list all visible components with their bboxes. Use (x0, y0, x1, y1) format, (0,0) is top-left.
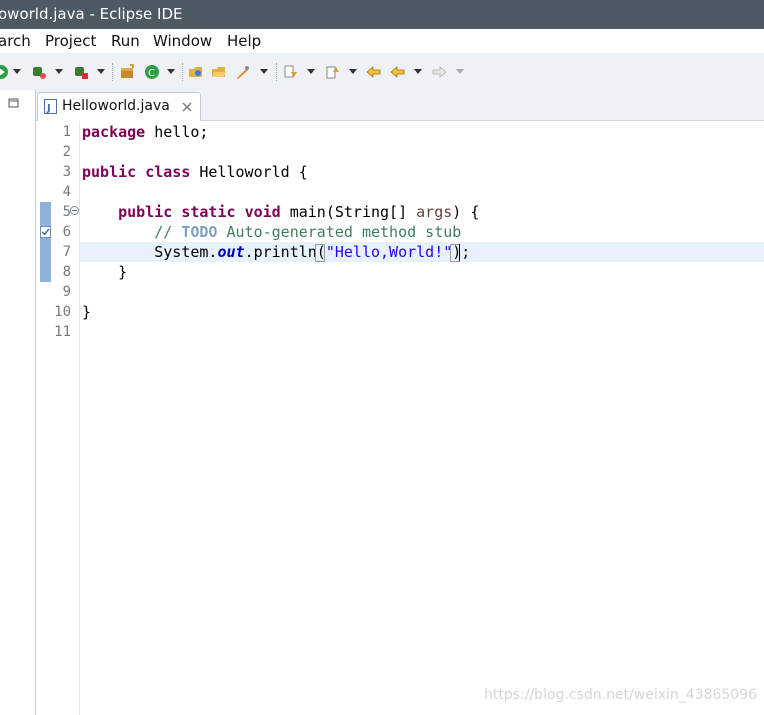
search-dropdown-icon[interactable] (260, 69, 268, 74)
menu-search[interactable]: arch (0, 29, 31, 53)
code-line: } (82, 263, 128, 281)
code-line: } (82, 303, 92, 321)
next-annotation-icon[interactable] (283, 64, 299, 80)
coverage-icon[interactable] (73, 64, 89, 80)
back-icon[interactable] (390, 64, 406, 80)
line-number: 7 (62, 244, 71, 260)
toolbar-separator (182, 63, 184, 81)
new-class-dropdown-icon[interactable] (167, 69, 175, 74)
task-marker-icon[interactable] (40, 226, 51, 238)
menu-bar: arch Project Run Window Help (0, 29, 764, 53)
line-number: 6 (62, 224, 71, 240)
tab-title: Helloworld.java (62, 98, 170, 114)
toolbar-separator (276, 63, 278, 81)
keyword: package (82, 123, 146, 141)
toolbar-separator (112, 63, 114, 81)
run-icon[interactable] (0, 64, 9, 80)
change-marker (40, 202, 51, 282)
new-package-icon[interactable] (119, 64, 135, 80)
code-line: package hello; (82, 122, 208, 142)
menu-run[interactable]: Run (111, 29, 140, 53)
new-class-icon[interactable]: C (144, 64, 160, 80)
open-type-icon[interactable] (188, 64, 204, 80)
debug-icon[interactable] (31, 64, 47, 80)
forward-dropdown-icon[interactable] (456, 69, 464, 74)
main-toolbar: C (0, 53, 764, 90)
code-line: public static void main(String[] args) { (82, 202, 479, 222)
static-field: out (217, 243, 245, 261)
close-icon[interactable] (182, 102, 192, 112)
fold-icon[interactable] (70, 206, 79, 215)
left-side-panel (0, 90, 36, 715)
last-edit-location-icon[interactable] (366, 64, 382, 80)
line-number: 4 (62, 184, 71, 200)
comment: Auto-generated method stub (217, 223, 462, 241)
line-number: 1 (62, 124, 71, 140)
coverage-dropdown-icon[interactable] (97, 69, 105, 74)
tab-helloworld-java[interactable]: J Helloworld.java (37, 92, 201, 121)
forward-icon[interactable] (431, 64, 447, 80)
back-dropdown-icon[interactable] (414, 69, 422, 74)
menu-project[interactable]: Project (45, 29, 96, 53)
search-icon[interactable] (235, 64, 251, 80)
line-number: 2 (62, 144, 71, 160)
text-caret (459, 244, 460, 261)
parameter: args (416, 203, 453, 221)
code-line: public class Helloworld { (82, 162, 308, 182)
java-file-icon: J (44, 99, 57, 114)
menu-help[interactable]: Help (227, 29, 261, 53)
keyword: public (82, 163, 137, 181)
code-text: Helloworld { (190, 163, 308, 181)
code-text: .println( (244, 243, 326, 261)
line-number: 5 (62, 204, 71, 220)
code-text: hello; (145, 123, 209, 141)
open-folder-icon[interactable] (211, 64, 227, 80)
svg-text:C: C (148, 68, 155, 79)
code-line: System.out.println("Hello,World!"); (82, 242, 470, 262)
watermark: https://blog.csdn.net/weixin_43865096 (484, 687, 758, 703)
window-title-bar: oworld.java - Eclipse IDE (0, 0, 764, 29)
string-literal: "Hello,World!" (325, 243, 453, 261)
run-dropdown-icon[interactable] (13, 69, 21, 74)
line-number: 10 (54, 304, 71, 320)
line-number: 3 (62, 164, 71, 180)
code-text: ) { (452, 203, 480, 221)
previous-annotation-dropdown-icon[interactable] (349, 69, 357, 74)
line-number: 9 (62, 284, 71, 300)
keyword: class (145, 163, 191, 181)
svg-text:J: J (46, 103, 51, 114)
menu-window[interactable]: Window (153, 29, 212, 53)
restore-icon[interactable] (8, 98, 19, 109)
code-text: main(String[] (280, 203, 417, 221)
bracket-match-box (315, 244, 325, 262)
next-annotation-dropdown-icon[interactable] (307, 69, 315, 74)
keyword: public (118, 203, 173, 221)
todo-tag: TODO (181, 223, 218, 241)
comment: // (154, 223, 182, 241)
line-number: 11 (54, 324, 71, 340)
previous-annotation-icon[interactable] (325, 64, 341, 80)
code-text: System. (154, 243, 218, 261)
window-title: oworld.java - Eclipse IDE (0, 5, 183, 23)
code-line: // TODO Auto-generated method stub (82, 222, 461, 242)
line-number: 8 (62, 264, 71, 280)
debug-dropdown-icon[interactable] (55, 69, 63, 74)
keyword: void (244, 203, 281, 221)
keyword: static (181, 203, 236, 221)
